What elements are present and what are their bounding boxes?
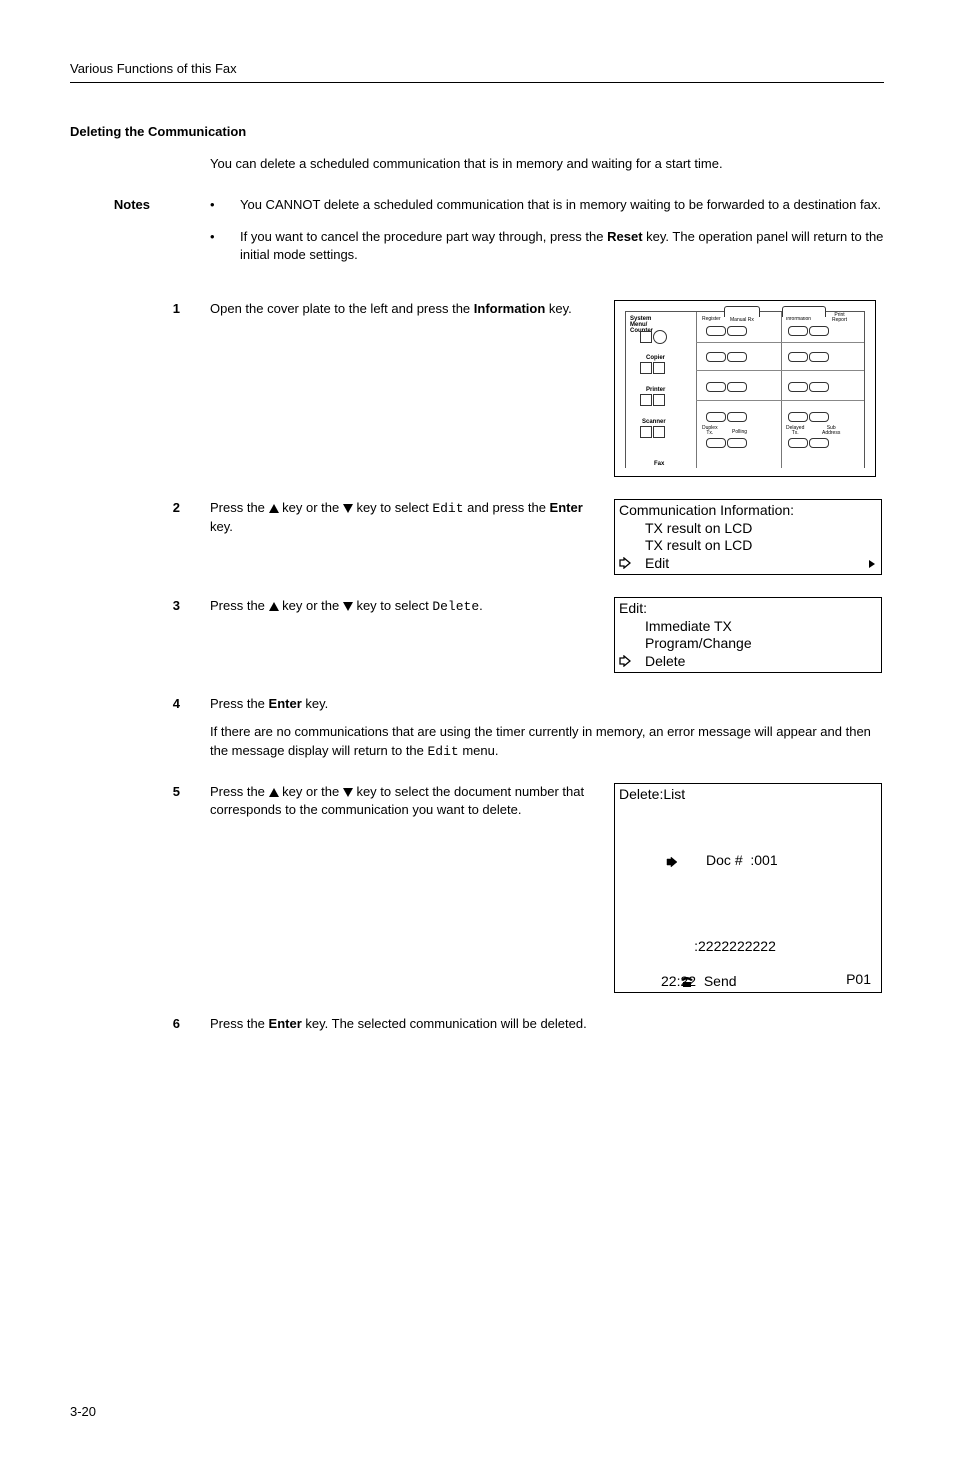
page-header: Various Functions of this Fax <box>70 60 884 83</box>
lcd-line: Doc # :001 <box>619 803 877 920</box>
panel-label-polling: Polling <box>732 429 747 435</box>
panel-label-subaddress: SubAddress <box>822 425 840 436</box>
panel-label-register: Register <box>702 316 721 322</box>
lcd-line: TX result on LCD <box>619 537 877 555</box>
notes-list: • You CANNOT delete a scheduled communic… <box>210 196 884 279</box>
step-text: Press the Enter key. <box>210 695 614 713</box>
step-number: 5 <box>130 783 210 801</box>
panel-illustration-wrap: System Menu/Counter Copier Printer Scann… <box>614 300 884 477</box>
notes-label: Notes <box>70 196 150 214</box>
bullet-icon: • <box>210 228 240 264</box>
section-title: Deleting the Communication <box>70 123 884 141</box>
lcd-line-selected: Edit <box>619 555 877 573</box>
phone-icon <box>680 941 694 953</box>
panel-label-fax: Fax <box>654 461 664 467</box>
panel-label-printreport: PrintReport <box>832 312 847 323</box>
step-text: Press the key or the key to select the d… <box>210 783 614 819</box>
caret-right-icon <box>869 560 875 568</box>
lcd-line-selected: Delete <box>619 653 877 671</box>
lcd-display: Delete:List Doc # :001 :2222222222 22:22… <box>614 783 882 994</box>
lcd-display: Edit: Immediate TX Program/Change Delete <box>614 597 882 673</box>
lcd-wrap: Communication Information: TX result on … <box>614 499 884 575</box>
down-arrow-icon <box>343 602 353 611</box>
panel-label-printer: Printer <box>646 387 665 393</box>
step-4: 4 Press the Enter key. <box>70 695 884 713</box>
page-number: 3-20 <box>70 1403 884 1421</box>
down-arrow-icon <box>343 504 353 513</box>
lcd-display: Communication Information: TX result on … <box>614 499 882 575</box>
step-4-note: If there are no communications that are … <box>210 723 884 760</box>
step-3: 3 Press the key or the key to select Del… <box>70 597 884 673</box>
lcd-line: Edit: <box>619 600 877 618</box>
lcd-line: Immediate TX <box>619 618 877 636</box>
panel-label-delayedtx: DelayedTx. <box>786 425 804 436</box>
step-2: 2 Press the key or the key to select Edi… <box>70 499 884 575</box>
step-number: 2 <box>130 499 210 517</box>
step-1: 1 Open the cover plate to the left and p… <box>70 300 884 477</box>
control-panel-illustration: System Menu/Counter Copier Printer Scann… <box>614 300 876 477</box>
panel-label-information: Information <box>786 316 811 322</box>
breadcrumb: Various Functions of this Fax <box>70 61 237 76</box>
step-6: 6 Press the Enter key. The selected comm… <box>70 1015 884 1033</box>
step-number: 3 <box>130 597 210 615</box>
up-arrow-icon <box>269 504 279 513</box>
lcd-line: Communication Information: <box>619 502 877 520</box>
lcd-line: Program/Change <box>619 635 877 653</box>
step-number: 1 <box>130 300 210 318</box>
step-text: Open the cover plate to the left and pre… <box>210 300 614 318</box>
up-arrow-icon <box>269 788 279 797</box>
panel-label-scanner: Scanner <box>642 419 666 425</box>
step-number: 6 <box>130 1015 210 1033</box>
down-arrow-icon <box>343 788 353 797</box>
panel-label-copier: Copier <box>646 355 665 361</box>
panel-tab <box>724 306 760 317</box>
panel-label-duplextx: DuplexTx. <box>702 425 718 436</box>
step-text: Press the key or the key to select Edit … <box>210 499 614 536</box>
up-arrow-icon <box>269 602 279 611</box>
pointer-right-icon <box>619 655 631 667</box>
lcd-line: :2222222222 <box>619 920 877 973</box>
step-5: 5 Press the key or the key to select the… <box>70 783 884 994</box>
note-item: • If you want to cancel the procedure pa… <box>210 228 884 264</box>
step-text: Press the Enter key. The selected commun… <box>210 1015 614 1033</box>
pointer-right-icon <box>666 821 705 903</box>
notes-block: Notes • You CANNOT delete a scheduled co… <box>70 196 884 279</box>
pointer-right-icon <box>619 557 631 569</box>
note-item: • You CANNOT delete a scheduled communic… <box>210 196 884 214</box>
lcd-wrap: Edit: Immediate TX Program/Change Delete <box>614 597 884 673</box>
lcd-line: Delete:List <box>619 786 877 804</box>
note-text: You CANNOT delete a scheduled communicat… <box>240 196 881 214</box>
lcd-line: TX result on LCD <box>619 520 877 538</box>
step-number: 4 <box>130 695 210 713</box>
lcd-wrap: Delete:List Doc # :001 :2222222222 22:22… <box>614 783 884 994</box>
lcd-page-indicator: P01 <box>846 971 871 989</box>
panel-tab-highlight <box>782 306 826 317</box>
lcd-line: 22:22 Send <box>619 973 877 991</box>
note-text: If you want to cancel the procedure part… <box>240 228 884 264</box>
intro-text: You can delete a scheduled communication… <box>210 155 884 173</box>
step-text: Press the key or the key to select Delet… <box>210 597 614 616</box>
bullet-icon: • <box>210 196 240 214</box>
